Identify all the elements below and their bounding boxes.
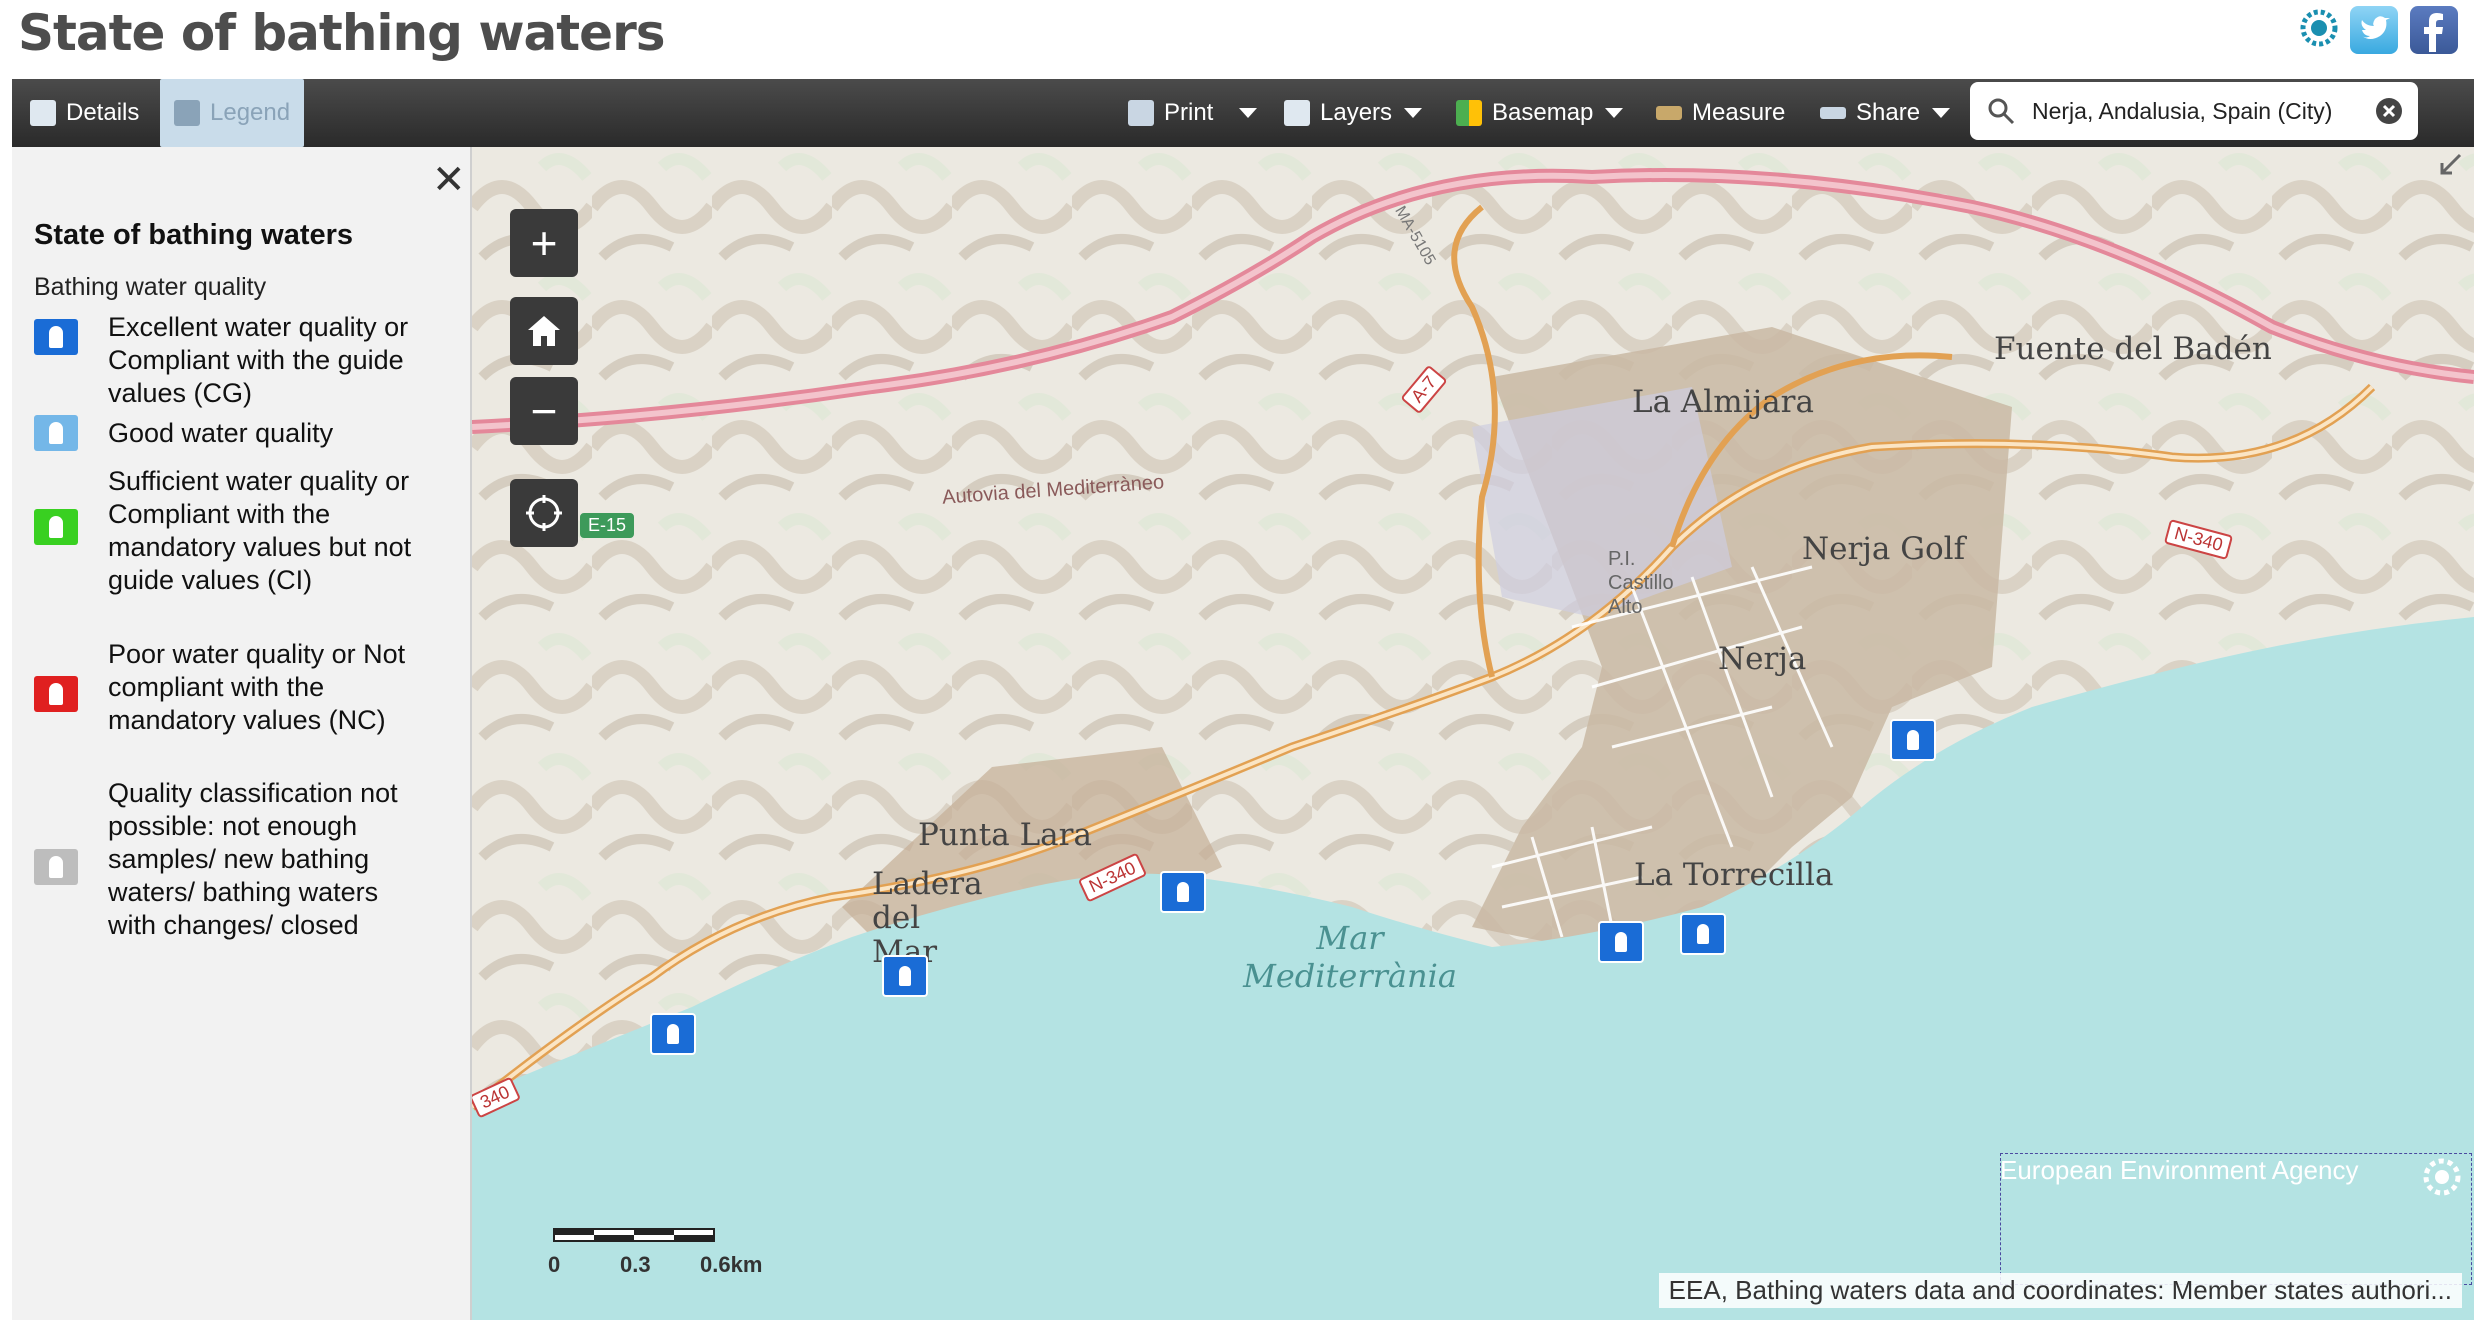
locate-icon bbox=[526, 495, 562, 531]
basemap-button[interactable]: Basemap bbox=[1456, 79, 1624, 147]
printer-icon bbox=[1128, 100, 1154, 126]
map-basemap bbox=[472, 147, 2474, 1320]
search-box[interactable]: Nerja, Andalusia, Spain (City) bbox=[1970, 82, 2418, 140]
legend-item-label: Sufficient water quality or Compliant wi… bbox=[108, 466, 412, 595]
place-label: La Torrecilla bbox=[1634, 857, 1834, 893]
legend-item-label: Excellent water quality or Compliant wit… bbox=[108, 312, 409, 408]
attribution: EEA, Bathing waters data and coordinates… bbox=[1658, 1273, 2462, 1308]
search-icon bbox=[1988, 98, 2015, 125]
zoom-out-button[interactable]: − bbox=[510, 377, 578, 445]
document-icon bbox=[30, 100, 56, 126]
bather-icon bbox=[34, 319, 78, 355]
sea-label: Mar Mediterrània bbox=[1243, 919, 1457, 995]
scale-tick: 0 bbox=[548, 1252, 561, 1277]
legend-subtitle: Bathing water quality bbox=[34, 273, 267, 301]
legend-item-sufficient: Sufficient water quality or Compliant wi… bbox=[34, 465, 444, 597]
measure-label: Measure bbox=[1692, 99, 1786, 126]
legend-item-excellent: Excellent water quality or Compliant wit… bbox=[34, 311, 444, 410]
details-label: Details bbox=[66, 99, 140, 126]
chevron-down-icon bbox=[1932, 108, 1951, 118]
close-icon[interactable]: ✕ bbox=[432, 157, 466, 203]
legend-panel: ✕ State of bathing waters Bathing water … bbox=[12, 147, 472, 1320]
bathing-site-marker[interactable] bbox=[1890, 719, 1936, 761]
measure-button[interactable]: Measure bbox=[1656, 79, 1785, 147]
layers-icon bbox=[1284, 100, 1310, 126]
scale-tick: 0.6km bbox=[700, 1252, 763, 1277]
bathing-site-marker[interactable] bbox=[650, 1013, 696, 1055]
share-button[interactable]: Share bbox=[1820, 79, 1951, 147]
place-label: Punta Lara bbox=[918, 817, 1092, 853]
zoom-in-button[interactable]: + bbox=[510, 209, 578, 277]
legend-item-not-classified: Quality classification not possible: not… bbox=[34, 777, 444, 942]
agency-label: European Environment Agency bbox=[2000, 1155, 2359, 1185]
print-button[interactable]: Print bbox=[1128, 79, 1258, 147]
place-label: Nerja Golf bbox=[1802, 531, 1966, 567]
legend-label: Legend bbox=[210, 99, 291, 126]
eea-logo-icon[interactable] bbox=[2296, 6, 2342, 54]
bather-icon bbox=[34, 509, 78, 545]
print-label: Print bbox=[1164, 99, 1214, 126]
place-label: Nerja bbox=[1718, 641, 1807, 677]
bathing-site-marker[interactable] bbox=[1680, 913, 1726, 955]
ruler-icon bbox=[1656, 106, 1682, 120]
chevron-down-icon bbox=[1239, 108, 1258, 118]
eea-logo-icon bbox=[2423, 1158, 2461, 1196]
legend-list-icon bbox=[174, 100, 200, 126]
bathing-site-marker[interactable] bbox=[882, 955, 928, 997]
clear-search-icon[interactable] bbox=[2374, 96, 2404, 126]
basemap-grid-icon bbox=[1456, 100, 1482, 126]
scale-tick: 0.3 bbox=[620, 1252, 651, 1277]
twitter-icon[interactable] bbox=[2350, 6, 2398, 54]
legend-item-good: Good water quality bbox=[34, 415, 444, 451]
scale-bar: 0 0.3 0.6km bbox=[548, 1225, 762, 1282]
map-view[interactable]: + − Fuente del Badén La Almijara P.I. Ca… bbox=[472, 147, 2474, 1320]
legend-title: State of bathing waters bbox=[34, 219, 354, 251]
place-label: Ladera del Mar bbox=[872, 866, 983, 970]
bathing-site-marker[interactable] bbox=[1598, 921, 1644, 963]
locate-button[interactable] bbox=[510, 479, 578, 547]
page-title: State of bathing waters bbox=[18, 4, 666, 62]
basemap-label: Basemap bbox=[1492, 99, 1594, 126]
details-button[interactable]: Details bbox=[30, 79, 139, 147]
bather-icon bbox=[34, 415, 78, 451]
share-label: Share bbox=[1856, 99, 1921, 126]
home-button[interactable] bbox=[510, 297, 578, 365]
layers-button[interactable]: Layers bbox=[1284, 79, 1423, 147]
legend-item-poor: Poor water quality or Not compliant with… bbox=[34, 638, 444, 737]
legend-button[interactable]: Legend bbox=[160, 79, 305, 147]
search-input[interactable]: Nerja, Andalusia, Spain (City) bbox=[2032, 98, 2374, 125]
facebook-icon[interactable] bbox=[2410, 6, 2458, 54]
home-icon bbox=[528, 316, 560, 346]
place-label: P.I. Castillo Alto bbox=[1608, 548, 1674, 618]
bather-icon bbox=[34, 849, 78, 885]
bather-icon bbox=[34, 676, 78, 712]
road-shield-e15: E-15 bbox=[580, 513, 635, 538]
legend-item-label: Quality classification not possible: not… bbox=[108, 778, 398, 940]
chevron-down-icon bbox=[1605, 108, 1624, 118]
place-label: Fuente del Badén bbox=[1994, 331, 2272, 367]
chevron-down-icon bbox=[1404, 108, 1423, 118]
fullscreen-icon[interactable] bbox=[2434, 151, 2464, 181]
bathing-site-marker[interactable] bbox=[1160, 871, 1206, 913]
place-label: La Almijara bbox=[1632, 384, 1814, 420]
legend-item-label: Good water quality bbox=[108, 418, 334, 448]
legend-item-label: Poor water quality or Not compliant with… bbox=[108, 639, 406, 735]
link-icon bbox=[1820, 107, 1846, 119]
layers-label: Layers bbox=[1320, 99, 1393, 126]
